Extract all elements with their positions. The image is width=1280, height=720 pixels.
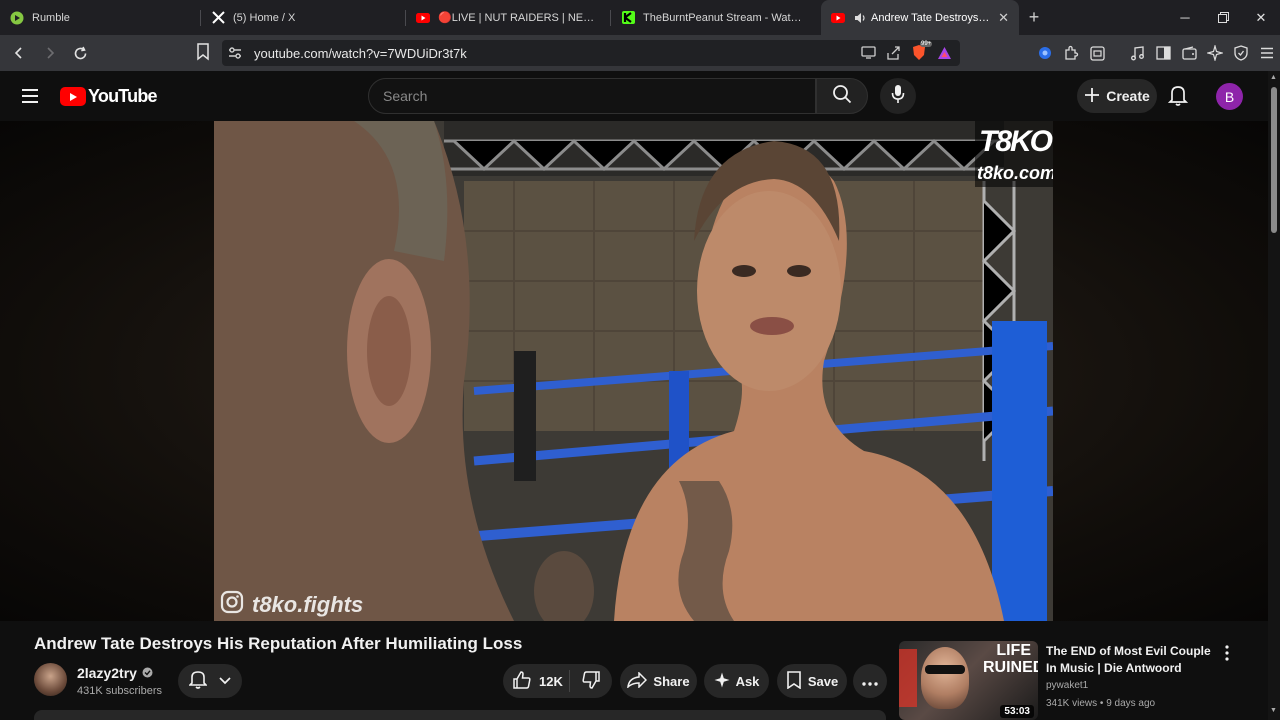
create-button[interactable]: Create xyxy=(1077,79,1157,113)
back-button[interactable] xyxy=(6,39,31,67)
search-icon xyxy=(832,84,852,109)
site-settings-icon[interactable] xyxy=(222,47,248,59)
subscribed-notifications-button[interactable] xyxy=(178,664,242,698)
watermark-top: T8KO t8ko.com xyxy=(975,121,1053,187)
share-icon xyxy=(627,670,648,691)
address-bar[interactable]: youtube.com/watch?v=7WDUiDr3t7k 99+ xyxy=(222,40,960,66)
channel-name[interactable]: 2lazy2try xyxy=(77,665,153,681)
extensions-puzzle-icon[interactable] xyxy=(1062,41,1080,65)
youtube-play-icon xyxy=(60,87,86,106)
brave-rewards-icon[interactable] xyxy=(937,46,952,65)
recommended-channel-name[interactable]: pywaket1 xyxy=(1046,680,1088,691)
leo-ai-icon[interactable] xyxy=(1206,41,1224,65)
shields-badge: 99+ xyxy=(920,41,933,47)
scroll-up-icon[interactable]: ▲ xyxy=(1270,74,1277,81)
bookmark-icon[interactable] xyxy=(196,43,210,66)
chevron-down-icon xyxy=(219,672,231,690)
search-box xyxy=(368,78,816,114)
watermark-url: t8ko.com xyxy=(977,163,1053,183)
rumble-icon xyxy=(10,11,24,25)
page-scrollbar[interactable]: ▲ ▼ xyxy=(1268,71,1280,720)
forward-button[interactable] xyxy=(37,39,62,67)
tab-live-stream[interactable]: 🔴LIVE | NUT RAIDERS | NEW YEAR | xyxy=(406,0,610,35)
verified-check-icon xyxy=(142,665,153,681)
extensions-area xyxy=(1036,41,1276,65)
more-vertical-icon[interactable] xyxy=(1221,643,1233,663)
youtube-icon xyxy=(831,11,845,25)
browser-toolbar: youtube.com/watch?v=7WDUiDr3t7k 99+ xyxy=(0,35,1280,71)
instagram-icon xyxy=(220,590,244,619)
ask-button[interactable]: Ask xyxy=(704,664,769,698)
description-box[interactable] xyxy=(34,710,886,720)
video-title: Andrew Tate Destroys His Reputation Afte… xyxy=(34,634,523,653)
watermark-logo: T8KO xyxy=(979,125,1053,158)
extension-blue-icon[interactable] xyxy=(1036,41,1054,65)
tab-burntpeanut[interactable]: TheBurntPeanut Stream - Watch Live xyxy=(611,0,815,35)
like-button[interactable]: 12K xyxy=(503,664,569,698)
close-tab-icon[interactable]: ✕ xyxy=(998,10,1009,26)
voice-search-button[interactable] xyxy=(880,78,916,114)
thumbs-down-icon xyxy=(582,670,600,692)
recommended-video-title[interactable]: The END of Most Evil Couple In Music | D… xyxy=(1046,643,1216,677)
plus-icon xyxy=(1084,87,1100,106)
thumbs-up-icon xyxy=(513,670,531,692)
window-controls: ─ ✕ xyxy=(1166,0,1280,35)
scroll-down-icon[interactable]: ▼ xyxy=(1270,707,1277,714)
video-player[interactable]: T8KO t8ko.com t8ko.fights xyxy=(214,121,1053,621)
recommended-video-meta: 341K views • 9 days ago xyxy=(1046,698,1156,709)
share-page-icon[interactable] xyxy=(886,45,901,65)
dislike-button[interactable] xyxy=(570,664,612,698)
like-dislike-group: 12K xyxy=(503,664,612,698)
tab-x-home[interactable]: (5) Home / X xyxy=(201,0,405,35)
save-button[interactable]: Save xyxy=(777,664,847,698)
share-button[interactable]: Share xyxy=(620,664,697,698)
recommended-video-thumbnail[interactable]: LIFE RUINED 53:03 xyxy=(899,641,1038,720)
bookmark-save-icon xyxy=(786,670,802,692)
tab-rumble[interactable]: Rumble xyxy=(0,0,200,35)
vpn-icon[interactable] xyxy=(1232,41,1250,65)
menu-icon[interactable] xyxy=(20,85,40,107)
channel-avatar[interactable] xyxy=(34,663,67,696)
more-actions-button[interactable] xyxy=(853,664,887,698)
sidebar-icon[interactable] xyxy=(1154,41,1172,65)
bell-icon xyxy=(188,669,209,694)
screenshot-icon[interactable] xyxy=(1088,41,1106,65)
x-icon xyxy=(211,11,225,25)
minimize-icon[interactable]: ─ xyxy=(1166,0,1204,35)
microphone-icon xyxy=(891,84,905,109)
scrollbar-thumb[interactable] xyxy=(1271,87,1277,233)
new-tab-button[interactable]: + xyxy=(1019,7,1049,28)
youtube-icon xyxy=(416,11,430,25)
brave-shields-icon[interactable]: 99+ xyxy=(911,41,933,66)
url-text: youtube.com/watch?v=7WDUiDr3t7k xyxy=(254,45,467,61)
restore-icon[interactable] xyxy=(1204,0,1242,35)
browser-menu-icon[interactable] xyxy=(1258,41,1276,65)
more-horizontal-icon xyxy=(862,674,878,689)
notifications-bell-icon[interactable] xyxy=(1167,83,1189,112)
kick-icon xyxy=(621,11,635,25)
search-button[interactable] xyxy=(816,78,868,114)
speaker-icon[interactable] xyxy=(853,11,867,25)
youtube-logo[interactable]: YouTube xyxy=(60,86,158,107)
video-frame xyxy=(214,121,1053,621)
like-count: 12K xyxy=(539,673,563,689)
sparkle-icon xyxy=(714,672,730,691)
youtube-header: YouTube Create B xyxy=(0,71,1280,121)
browser-tab-bar: Rumble (5) Home / X 🔴LIVE | NUT RAIDERS … xyxy=(0,0,1280,35)
subscriber-count: 431K subscribers xyxy=(77,685,162,697)
tab-active-video[interactable]: Andrew Tate Destroys His Rep ✕ xyxy=(821,0,1019,35)
cast-icon[interactable] xyxy=(861,46,876,64)
close-window-icon[interactable]: ✕ xyxy=(1242,0,1280,35)
wallet-icon[interactable] xyxy=(1180,41,1198,65)
video-duration: 53:03 xyxy=(1000,705,1034,718)
music-icon[interactable] xyxy=(1128,41,1146,65)
thumbnail-text: LIFE RUINED xyxy=(983,642,1038,676)
account-avatar[interactable]: B xyxy=(1216,83,1243,110)
search-input[interactable] xyxy=(383,88,803,104)
watermark-bottom: t8ko.fights xyxy=(220,590,363,619)
reload-button[interactable] xyxy=(68,39,93,67)
